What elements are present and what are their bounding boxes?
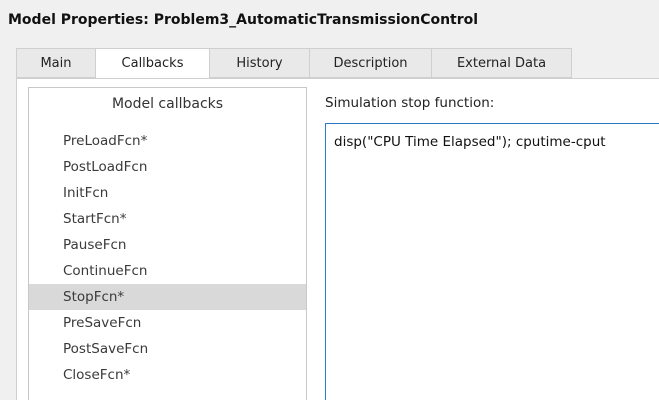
callback-item-initfcn[interactable]: InitFcn xyxy=(29,180,306,206)
stop-function-editor[interactable]: disp("CPU Time Elapsed"); cputime-cput xyxy=(325,123,659,400)
callback-item-closefcn[interactable]: CloseFcn* xyxy=(29,362,306,388)
tab-callbacks[interactable]: Callbacks xyxy=(95,48,209,79)
model-callbacks-list[interactable]: Model callbacks PreLoadFcn* PostLoadFcn … xyxy=(28,87,307,400)
callback-item-stopfcn[interactable]: StopFcn* xyxy=(29,284,306,310)
model-callbacks-header: Model callbacks xyxy=(111,96,224,112)
stop-function-code: disp("CPU Time Elapsed"); cputime-cput xyxy=(334,134,606,150)
model-properties-window: Model Properties: Problem3_AutomaticTran… xyxy=(0,0,659,400)
callbacks-panel: Model callbacks PreLoadFcn* PostLoadFcn … xyxy=(16,78,659,400)
callback-item-continuefcn[interactable]: ContinueFcn xyxy=(29,258,306,284)
stop-function-label: Simulation stop function: xyxy=(325,95,495,111)
callback-item-pausefcn[interactable]: PauseFcn xyxy=(29,232,306,258)
callback-item-presavefcn[interactable]: PreSaveFcn xyxy=(29,310,306,336)
tab-history[interactable]: History xyxy=(209,48,309,78)
callback-item-preloadfcn[interactable]: PreLoadFcn* xyxy=(29,128,306,154)
tab-bar: Main Callbacks History Description Exter… xyxy=(16,48,572,79)
tab-description[interactable]: Description xyxy=(309,48,431,78)
tab-main[interactable]: Main xyxy=(16,48,95,78)
callback-item-startfcn[interactable]: StartFcn* xyxy=(29,206,306,232)
callback-item-postsavefcn[interactable]: PostSaveFcn xyxy=(29,336,306,362)
window-title: Model Properties: Problem3_AutomaticTran… xyxy=(8,12,479,28)
tab-external-data[interactable]: External Data xyxy=(431,48,572,78)
callback-item-postloadfcn[interactable]: PostLoadFcn xyxy=(29,154,306,180)
